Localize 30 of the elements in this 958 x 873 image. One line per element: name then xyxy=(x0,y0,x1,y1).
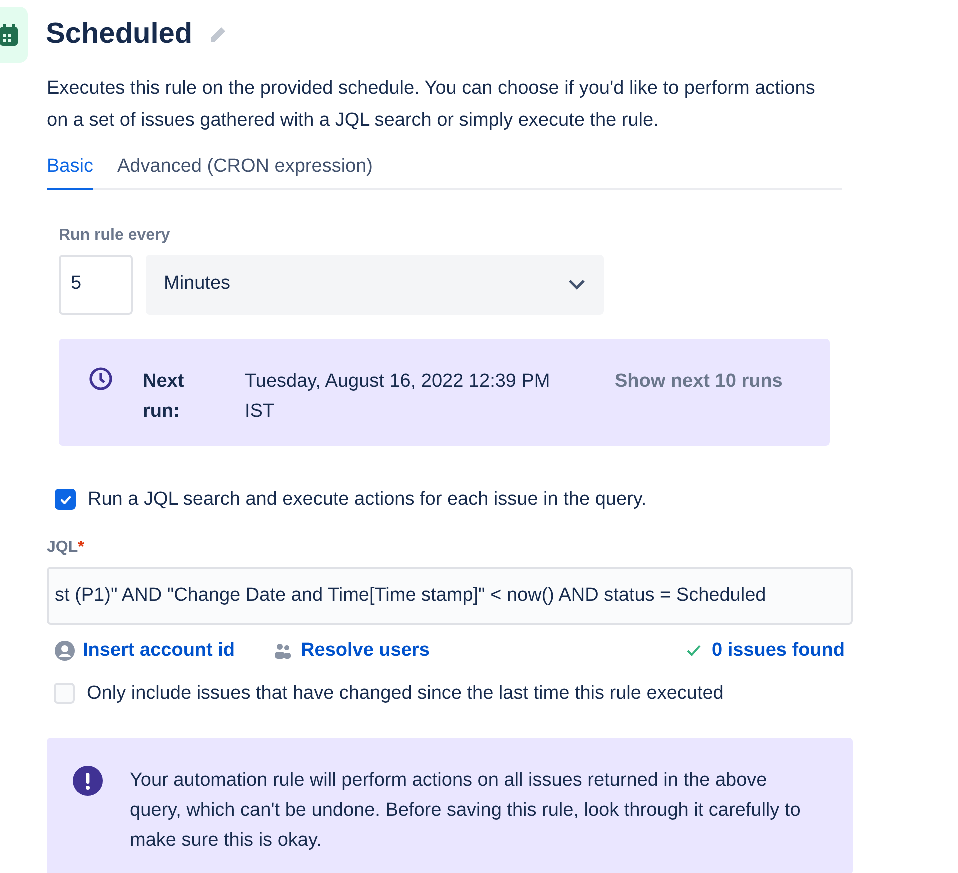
tab[interactable]: Advanced (CRON expression) xyxy=(117,153,374,190)
field-label: Run rule every xyxy=(59,226,172,246)
next-run-date: Tuesday, August 16, 2022 12:39 PM xyxy=(245,370,552,394)
resolve-users-link[interactable]: Resolve users xyxy=(301,637,430,666)
required-mark: * xyxy=(78,538,84,558)
next-run-label: Next run: xyxy=(143,370,186,424)
interval-field[interactable]: 5 xyxy=(59,254,133,314)
issues-found: 0 issues found xyxy=(712,639,845,663)
user-icon xyxy=(55,641,75,662)
timezone: IST xyxy=(245,400,276,424)
rule-title: Scheduled xyxy=(46,17,193,52)
checkbox[interactable] xyxy=(54,683,75,704)
unit-dropdown[interactable]: Minutes xyxy=(146,254,604,314)
checkbox-label: Only include issues that have changed since the last time this rule executed xyxy=(87,682,724,706)
clock-icon xyxy=(89,366,113,390)
warning-text: Your automation rule will perform actions on all issues returned in the above query, which can't be undone. Before saving this rule, look through it carefully to make sure this is okay. xyxy=(130,769,802,853)
edit-icon[interactable] xyxy=(208,26,227,44)
checkbox-label: Run a JQL search and execute actions for each issue in the query. xyxy=(88,488,647,512)
jql-field[interactable]: st (P1)" AND "Change Date and Time[Time stamp]" < now() AND status = Scheduled xyxy=(47,567,853,625)
checkbox[interactable] xyxy=(55,489,76,510)
chevron-down-icon xyxy=(568,278,586,290)
show-runs-link[interactable]: Show next 10 runs xyxy=(615,366,783,396)
field-label: JQL xyxy=(47,538,78,558)
check-icon xyxy=(686,644,702,658)
calendar-icon xyxy=(0,7,28,63)
users-icon xyxy=(273,642,294,660)
exclamation-icon xyxy=(73,766,103,796)
description: Executes this rule on the provided schedule. You can choose if you'd like to perform actions on a set of issues gathered with a JQL search or simply execute the rule. xyxy=(47,77,816,133)
insert-account-link[interactable]: Insert account id xyxy=(83,637,236,666)
tab[interactable]: Basic xyxy=(47,153,94,190)
